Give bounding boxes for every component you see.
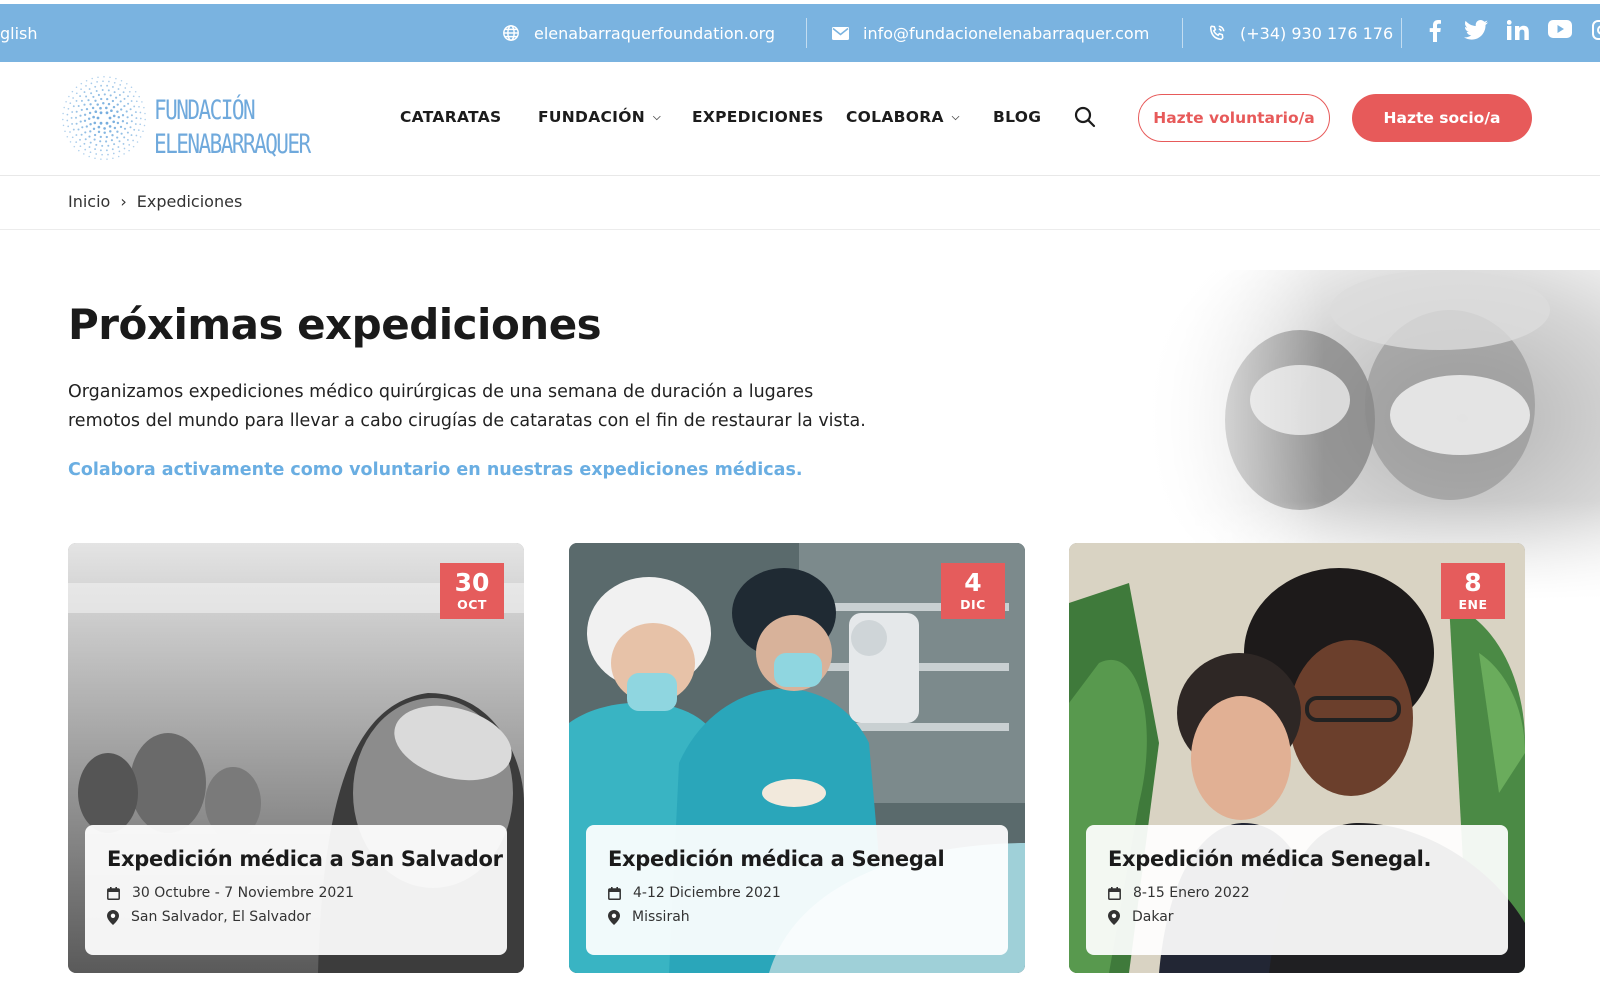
linkedin-icon[interactable] bbox=[1505, 20, 1531, 46]
phone-link[interactable]: (+34) 930 176 176 bbox=[1208, 4, 1393, 62]
logo-line-1: FUNDACIÓN bbox=[154, 95, 256, 126]
card-info: Expedición médica Senegal. 8-15 Enero 20… bbox=[1086, 825, 1508, 955]
card-title[interactable]: Expedición médica a Senegal bbox=[608, 847, 986, 871]
expedition-card[interactable]: 8 ENE Expedición médica Senegal. 8-15 En… bbox=[1069, 543, 1525, 973]
card-location-text: San Salvador, El Salvador bbox=[131, 909, 311, 925]
card-location: Missirah bbox=[608, 909, 986, 925]
phone-text: (+34) 930 176 176 bbox=[1240, 23, 1394, 43]
search-icon[interactable] bbox=[1074, 106, 1096, 132]
nav-label: COLABORA bbox=[846, 108, 944, 126]
intro-line-1: Organizamos expediciones médico quirúrgi… bbox=[68, 382, 814, 402]
intro-line-2: remotos del mundo para llevar a cabo cir… bbox=[68, 411, 866, 431]
website-link[interactable]: elenabarraquerfoundation.org bbox=[502, 4, 775, 62]
chevron-down-icon: ⌵ bbox=[951, 112, 960, 123]
facebook-icon[interactable] bbox=[1422, 20, 1448, 46]
nav-label: FUNDACIÓN bbox=[538, 108, 645, 126]
logo-text: FUNDACIÓN ELENABARRAQUER bbox=[154, 94, 311, 162]
expedition-card[interactable]: 30 OCT Expedición médica a San Salvador … bbox=[68, 543, 524, 973]
map-pin-icon bbox=[1108, 909, 1120, 925]
badge-day: 8 bbox=[1464, 568, 1482, 597]
nav-label: CATARATAS bbox=[400, 108, 502, 126]
breadcrumb-home[interactable]: Inicio bbox=[68, 192, 110, 211]
badge-day: 4 bbox=[964, 568, 982, 597]
calendar-icon bbox=[107, 886, 120, 900]
badge-month: DIC bbox=[960, 597, 986, 612]
card-location: Dakar bbox=[1108, 909, 1486, 925]
language-switch[interactable]: glish bbox=[0, 24, 38, 43]
card-dates-text: 8-15 Enero 2022 bbox=[1133, 885, 1250, 901]
chevron-down-icon: ⌵ bbox=[653, 112, 661, 123]
youtube-icon[interactable] bbox=[1547, 20, 1573, 46]
intro-text: Organizamos expediciones médico quirúrgi… bbox=[68, 378, 868, 436]
card-dates-text: 30 Octubre - 7 Noviembre 2021 bbox=[132, 885, 355, 901]
instagram-icon[interactable] bbox=[1589, 20, 1600, 46]
email-text: info@fundacionelenabarraquer.com bbox=[863, 23, 1150, 43]
nav-blog[interactable]: BLOG bbox=[993, 108, 1041, 126]
divider bbox=[1182, 18, 1183, 48]
card-location-text: Missirah bbox=[632, 909, 690, 925]
mail-icon bbox=[832, 26, 849, 40]
logo-line-2: ELENABARRAQUER bbox=[154, 129, 311, 160]
badge-day: 30 bbox=[454, 568, 490, 597]
map-pin-icon bbox=[608, 909, 620, 925]
logo-mark-icon bbox=[62, 76, 146, 160]
card-dates-text: 4-12 Diciembre 2021 bbox=[633, 885, 781, 901]
divider bbox=[806, 18, 807, 48]
twitter-icon[interactable] bbox=[1463, 20, 1489, 46]
card-location-text: Dakar bbox=[1132, 909, 1174, 925]
card-dates: 30 Octubre - 7 Noviembre 2021 bbox=[107, 885, 485, 901]
card-title[interactable]: Expedición médica a San Salvador bbox=[107, 847, 503, 871]
divider bbox=[0, 229, 1600, 230]
badge-month: OCT bbox=[457, 597, 487, 612]
top-bar: glish elenabarraquerfoundation.org info@… bbox=[0, 4, 1600, 62]
website-text: elenabarraquerfoundation.org bbox=[534, 23, 776, 43]
nav-label: BLOG bbox=[993, 108, 1042, 126]
date-badge: 4 DIC bbox=[941, 563, 1005, 619]
card-location: San Salvador, El Salvador bbox=[107, 909, 485, 925]
breadcrumb-separator: › bbox=[120, 192, 127, 211]
logo[interactable]: FUNDACIÓN ELENABARRAQUER bbox=[62, 76, 312, 162]
volunteer-button[interactable]: Hazte voluntario/a bbox=[1138, 94, 1330, 142]
social-links bbox=[1422, 20, 1600, 46]
card-info: Expedición médica a Senegal 4-12 Diciemb… bbox=[586, 825, 1008, 955]
calendar-icon bbox=[608, 886, 621, 900]
calendar-icon bbox=[1108, 886, 1121, 900]
nav-cataratas[interactable]: CATARATAS bbox=[400, 108, 502, 126]
date-badge: 8 ENE bbox=[1441, 563, 1505, 619]
email-link[interactable]: info@fundacionelenabarraquer.com bbox=[832, 4, 1149, 62]
breadcrumb: Inicio › Expediciones bbox=[68, 192, 242, 211]
nav-colabora[interactable]: COLABORA ⌵ bbox=[846, 108, 960, 126]
breadcrumb-current: Expediciones bbox=[136, 192, 243, 211]
nav-label: EXPEDICIONES bbox=[692, 108, 824, 126]
date-badge: 30 OCT bbox=[440, 563, 504, 619]
badge-month: ENE bbox=[1458, 597, 1488, 612]
phone-icon bbox=[1209, 25, 1225, 40]
map-pin-icon bbox=[107, 909, 119, 925]
member-button[interactable]: Hazte socio/a bbox=[1352, 94, 1532, 142]
expedition-card[interactable]: 4 DIC Expedición médica a Senegal 4-12 D… bbox=[569, 543, 1025, 973]
globe-icon bbox=[503, 25, 519, 41]
card-dates: 8-15 Enero 2022 bbox=[1108, 885, 1486, 901]
site-header: FUNDACIÓN ELENABARRAQUER CATARATAS FUNDA… bbox=[0, 62, 1600, 176]
card-title[interactable]: Expedición médica Senegal. bbox=[1108, 847, 1486, 871]
nav-fundacion[interactable]: FUNDACIÓN ⌵ bbox=[538, 108, 661, 126]
nav-expediciones[interactable]: EXPEDICIONES bbox=[692, 108, 824, 126]
card-info: Expedición médica a San Salvador 30 Octu… bbox=[85, 825, 507, 955]
divider bbox=[1401, 18, 1402, 48]
card-dates: 4-12 Diciembre 2021 bbox=[608, 885, 986, 901]
volunteer-cta-link[interactable]: Colabora activamente como voluntario en … bbox=[68, 460, 803, 480]
page-title: Próximas expediciones bbox=[68, 300, 602, 349]
